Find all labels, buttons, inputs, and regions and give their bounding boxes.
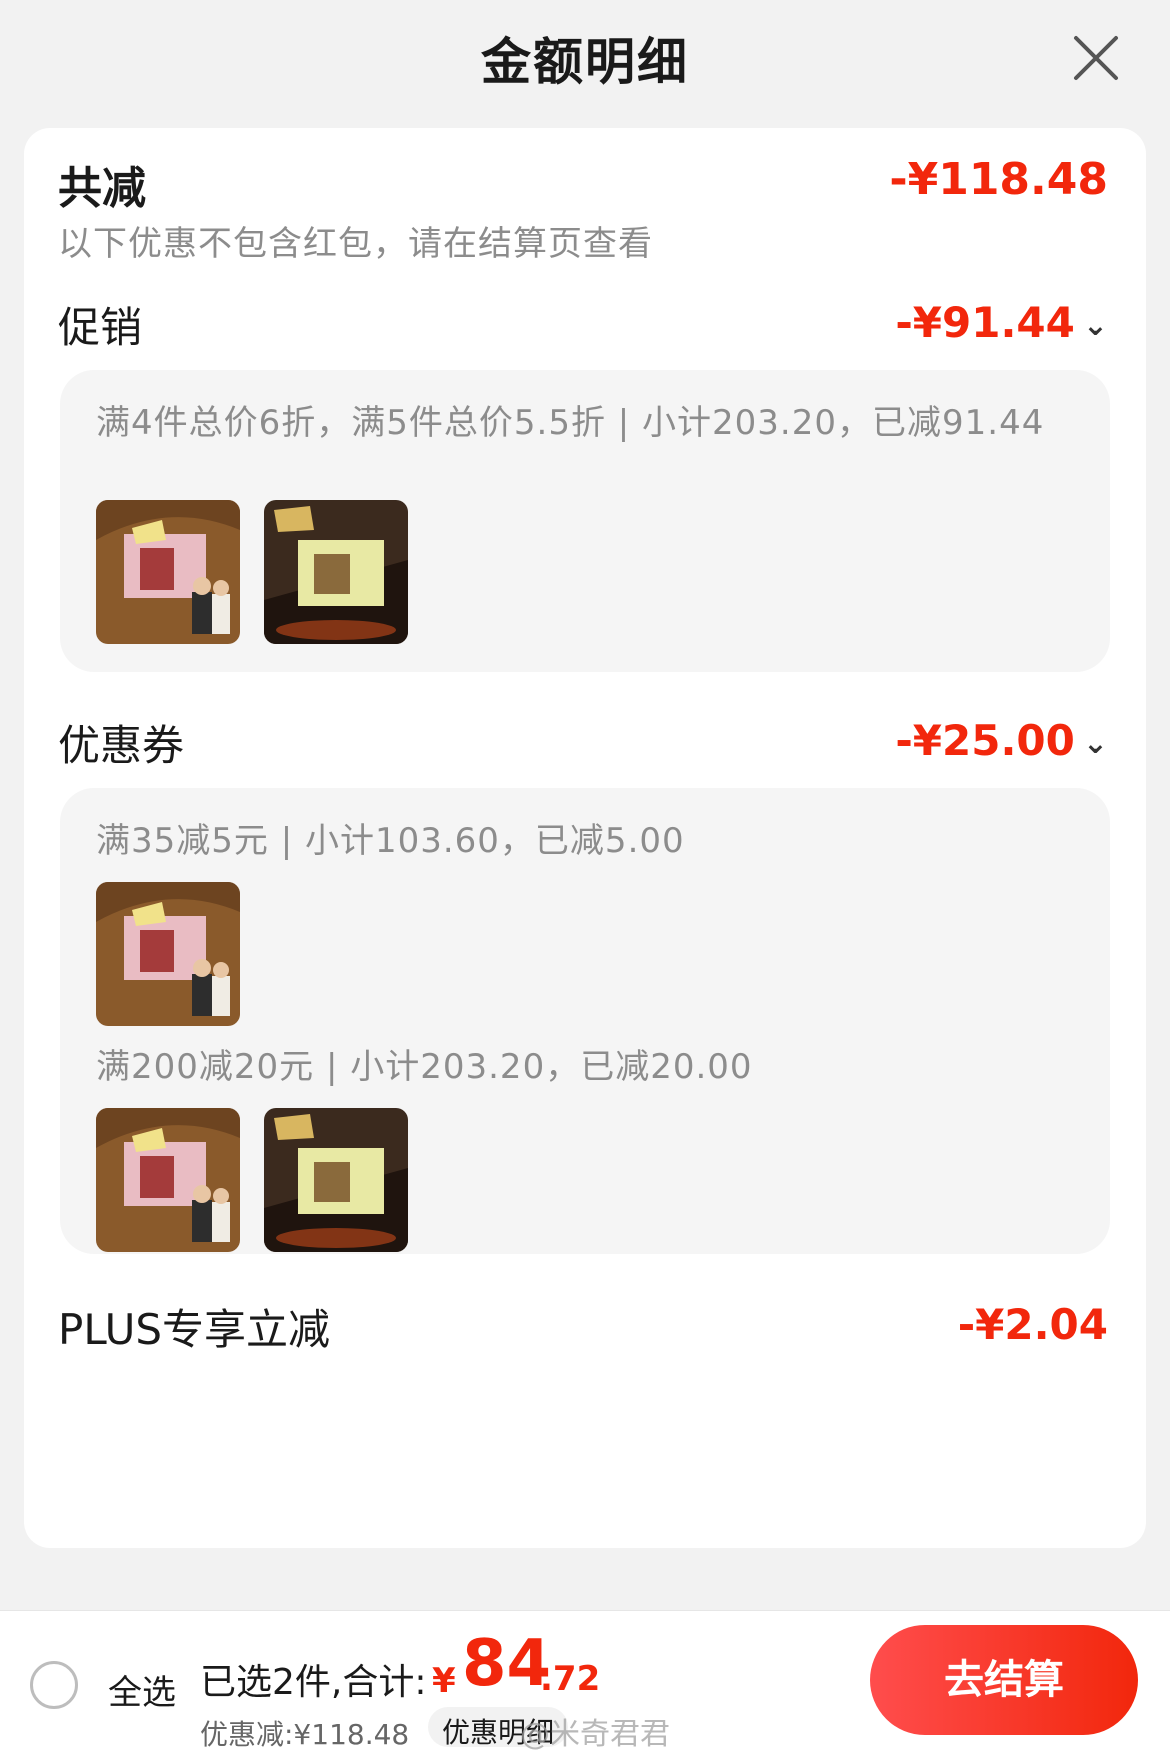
plus-discount-amount: -¥2.04: [957, 1300, 1108, 1349]
promotion-amount[interactable]: -¥91.44 ⌄: [895, 298, 1108, 347]
chevron-down-icon: ⌄: [1082, 726, 1108, 761]
total-reduction-amount: -¥118.48: [889, 154, 1108, 205]
total-decimal: .72: [540, 1659, 601, 1699]
coupon-amount[interactable]: -¥25.00 ⌄: [895, 716, 1108, 765]
coupon-detail-box: 满35减5元 | 小计103.60，已减5.00 满200减20元 | 小计20…: [60, 788, 1110, 1254]
product-thumbnail-pink[interactable]: [96, 500, 240, 644]
coupon-rule-1: 满35减5元 | 小计103.60，已减5.00: [96, 821, 685, 861]
selected-count: 已选2件,合计:: [200, 1662, 427, 1703]
select-all-label[interactable]: 全选: [108, 1665, 176, 1714]
checkout-bar: 全选 已选2件,合计: ¥ 84 .72 优惠减:¥118.48 优惠明细 @米…: [0, 1610, 1170, 1752]
close-icon[interactable]: [1066, 28, 1126, 88]
plus-discount-label: PLUS专享立减: [58, 1305, 331, 1354]
discount-note: 以下优惠不包含红包，请在结算页查看: [58, 224, 653, 264]
product-thumbnail-pink[interactable]: [96, 1108, 240, 1252]
total-currency: ¥: [432, 1661, 456, 1701]
total-reduction-label: 共减: [58, 163, 146, 214]
promotion-label: 促销: [58, 303, 143, 352]
total-integer: 84: [462, 1627, 552, 1701]
promotion-amount-value: -¥91.44: [895, 298, 1075, 347]
product-thumbnail-pink[interactable]: [96, 882, 240, 1026]
coupon-amount-value: -¥25.00: [895, 716, 1075, 765]
checkout-button[interactable]: 去结算: [870, 1625, 1138, 1735]
page-title: 金额明细: [481, 33, 689, 91]
coupon-rule-2: 满200减20元 | 小计203.20，已减20.00: [96, 1047, 753, 1087]
watermark: @米奇君君: [520, 1717, 670, 1752]
sheet-header: 金额明细: [0, 0, 1170, 128]
coupon-label: 优惠券: [58, 721, 185, 770]
radio-unchecked-icon[interactable]: [30, 1661, 78, 1709]
product-thumbnail-yellow[interactable]: [264, 1108, 408, 1252]
promotion-rule: 满4件总价6折，满5件总价5.5折 | 小计203.20，已减91.44: [96, 403, 1045, 443]
promotion-detail-box: 满4件总价6折，满5件总价5.5折 | 小计203.20，已减91.44: [60, 370, 1110, 672]
chevron-down-icon: ⌄: [1082, 308, 1108, 343]
product-thumbnail-yellow[interactable]: [264, 500, 408, 644]
discount-summary: 优惠减:¥118.48: [200, 1718, 410, 1751]
amount-detail-card: 共减 -¥118.48 以下优惠不包含红包，请在结算页查看 促销 -¥91.44…: [24, 128, 1146, 1548]
